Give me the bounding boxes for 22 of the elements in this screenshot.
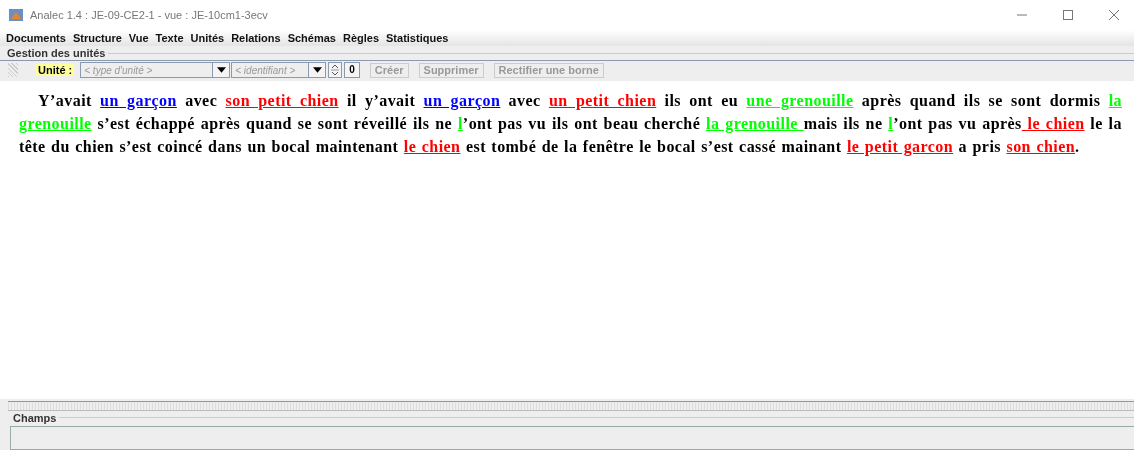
close-icon[interactable] xyxy=(1108,9,1120,21)
menu-item[interactable]: Texte xyxy=(155,32,184,44)
caret-icon xyxy=(216,67,226,73)
menu-item[interactable]: Schémas xyxy=(287,32,336,44)
maximize-icon[interactable] xyxy=(1062,9,1074,21)
menu-item[interactable]: Structure xyxy=(72,32,122,44)
spinner-icon[interactable] xyxy=(328,62,343,78)
menu-item[interactable]: Vue xyxy=(128,32,149,44)
menu-item[interactable]: Relations xyxy=(231,32,281,44)
panel-title: Champs xyxy=(12,411,57,424)
menu-item[interactable]: Unités xyxy=(190,32,225,44)
menu-item[interactable]: Règles xyxy=(342,32,380,44)
annotated-text: Y’avait un garçon avec son petit chien il y’avait un garçon avec un petit chien ils ont eu une grenouille après quand ils se sont dormis la grenouille s’est échappé après quand se sont réveillé ils ne l’ont pas vu ils ont beau cherché la grenouille mais ils ne l’ont pas vu après le chien le la tête du chien s’est coincé dans un bocal maintenant le chien est tombé de la fenêtre le bocal s’est cassé mainant le petit garcon a pris son chien. xyxy=(19,91,1122,158)
window-title: Analec 1.4 : JE-09-CE2-1 - vue : JE-10cm1-3ecv xyxy=(30,9,268,21)
panel-title: Gestion des unités xyxy=(7,47,106,59)
grip-handle[interactable] xyxy=(8,63,18,77)
menu-item[interactable]: Documents xyxy=(6,32,66,44)
menu-item[interactable]: Statistiques xyxy=(386,32,449,44)
unit-label: Unité : xyxy=(36,64,75,76)
app-icon xyxy=(8,7,24,23)
count-field[interactable]: 0 xyxy=(344,62,360,78)
caret-icon xyxy=(312,67,322,73)
